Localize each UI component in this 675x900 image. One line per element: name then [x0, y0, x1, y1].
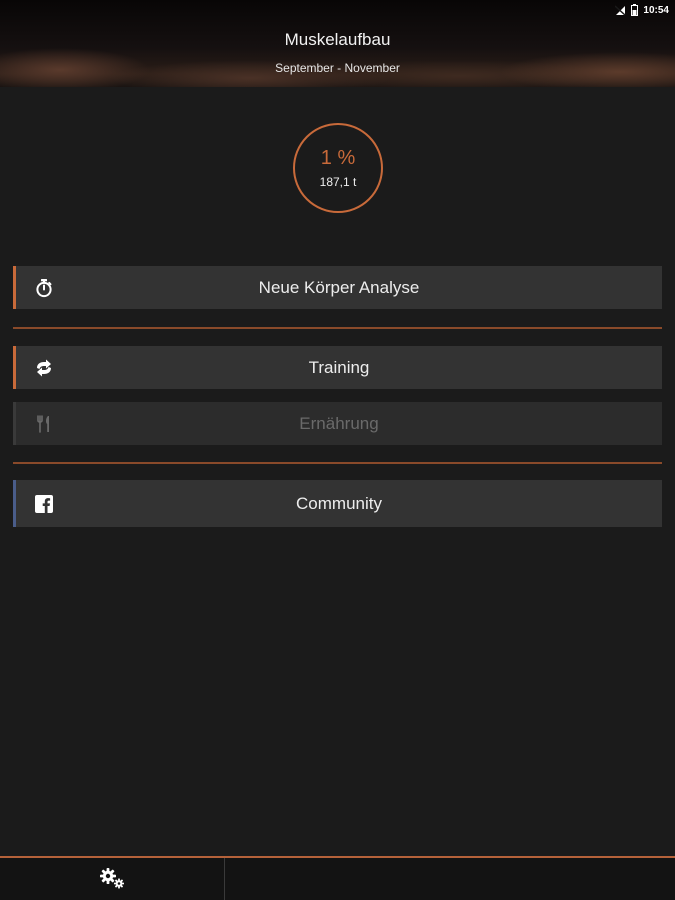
page-subtitle: September - November	[275, 61, 400, 75]
battery-icon	[631, 4, 639, 16]
new-body-analysis-button[interactable]: Neue Körper Analyse	[13, 266, 662, 309]
new-body-analysis-label: Neue Körper Analyse	[258, 277, 420, 297]
divider	[13, 327, 662, 329]
training-label: Training	[308, 357, 370, 377]
divider	[13, 462, 662, 464]
exchange-arrows-icon	[34, 358, 54, 378]
nutrition-button[interactable]: Ernährung	[13, 402, 662, 445]
progress-percent: 1 %	[320, 147, 356, 169]
progress-ring[interactable]: 1 % 187,1 t	[293, 123, 383, 213]
gears-icon	[98, 866, 126, 895]
status-time: 10:54	[643, 4, 669, 16]
progress-weight: 187,1 t	[319, 175, 357, 189]
community-button[interactable]: Community	[13, 480, 662, 527]
bottom-bar-separator	[224, 858, 225, 900]
fork-knife-icon	[34, 414, 54, 434]
training-button[interactable]: Training	[13, 346, 662, 389]
status-bar: 10:54	[615, 2, 669, 18]
header-banner: 10:54 Muskelaufbau September - November	[0, 0, 675, 87]
bottom-bar	[0, 856, 675, 900]
nutrition-label: Ernährung	[299, 413, 379, 433]
signal-off-icon	[615, 4, 626, 16]
stopwatch-icon	[34, 278, 54, 298]
facebook-icon	[34, 494, 54, 514]
settings-button[interactable]	[92, 866, 132, 894]
page-title: Muskelaufbau	[284, 30, 391, 49]
community-label: Community	[296, 493, 382, 513]
